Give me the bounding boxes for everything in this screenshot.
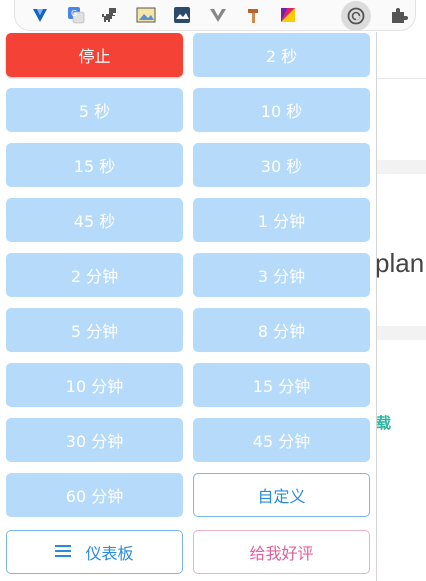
extensions-bar: G xyxy=(14,0,416,31)
background-accent-text: 载 xyxy=(376,414,392,432)
vue-devtools-icon[interactable] xyxy=(29,4,51,26)
interval-30m-button[interactable]: 30 分钟 xyxy=(6,418,183,462)
interval-60m-button[interactable]: 60 分钟 xyxy=(6,473,183,517)
interval-5m-button[interactable]: 5 分钟 xyxy=(6,308,183,352)
interval-15s-button[interactable]: 15 秒 xyxy=(6,143,183,187)
cloud-image-icon[interactable] xyxy=(171,4,193,26)
dashboard-label: 仪表板 xyxy=(85,544,134,563)
interval-3m-button[interactable]: 3 分钟 xyxy=(193,253,370,297)
interval-45s-button[interactable]: 45 秒 xyxy=(6,198,183,242)
divider xyxy=(376,326,426,340)
interval-10m-button[interactable]: 10 分钟 xyxy=(6,363,183,407)
menu-icon xyxy=(55,543,72,561)
puzzle-icon[interactable] xyxy=(388,4,410,26)
image-viewer-icon[interactable] xyxy=(135,4,157,26)
custom-interval-button[interactable]: 自定义 xyxy=(193,473,370,517)
interval-15m-button[interactable]: 15 分钟 xyxy=(193,363,370,407)
interval-10s-button[interactable]: 10 秒 xyxy=(193,88,370,132)
rate-button[interactable]: 给我好评 xyxy=(193,530,370,574)
auto-refresh-popup: 停止 2 秒 5 秒 10 秒 15 秒 30 秒 45 秒 1 分钟 2 分钟… xyxy=(0,32,377,581)
interval-45m-button[interactable]: 45 分钟 xyxy=(193,418,370,462)
divider xyxy=(376,78,426,79)
interval-2m-button[interactable]: 2 分钟 xyxy=(6,253,183,297)
vue-logo-icon[interactable] xyxy=(207,4,229,26)
interval-8m-button[interactable]: 8 分钟 xyxy=(193,308,370,352)
browser-toolbar: G xyxy=(0,0,426,32)
interval-30s-button[interactable]: 30 秒 xyxy=(193,143,370,187)
interval-5s-button[interactable]: 5 秒 xyxy=(6,88,183,132)
interval-2s-button[interactable]: 2 秒 xyxy=(193,33,370,77)
interval-1m-button[interactable]: 1 分钟 xyxy=(193,198,370,242)
divider xyxy=(376,160,426,174)
translate-icon[interactable]: G xyxy=(65,4,87,26)
dashboard-button[interactable]: 仪表板 xyxy=(6,530,183,574)
hammer-icon[interactable] xyxy=(243,4,265,26)
dino-icon[interactable] xyxy=(99,4,121,26)
background-page: plan 载 xyxy=(375,32,426,581)
svg-text:G: G xyxy=(71,9,77,18)
stop-button[interactable]: 停止 xyxy=(6,33,183,77)
auto-refresh-icon[interactable] xyxy=(341,1,371,31)
color-picker-icon[interactable] xyxy=(277,4,299,26)
background-text: plan xyxy=(375,248,425,278)
